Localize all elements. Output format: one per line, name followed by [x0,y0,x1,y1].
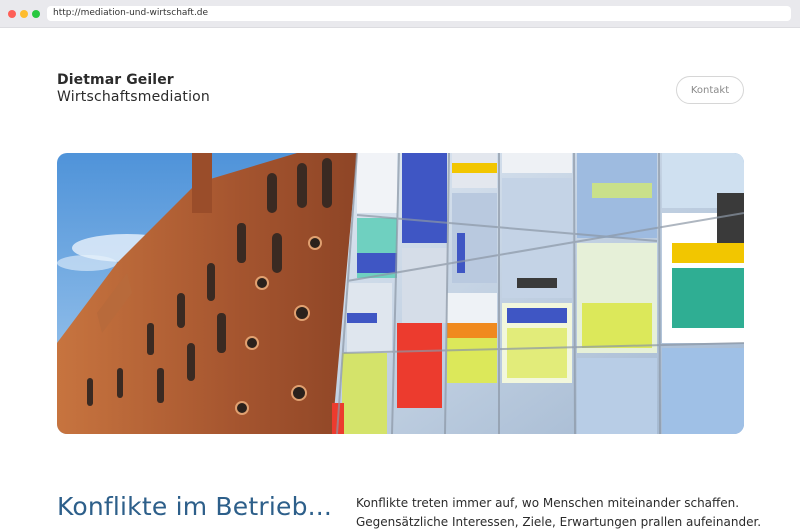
brand-name: Dietmar Geiler [57,72,174,88]
section-intro: Konflikte treten immer auf, wo Menschen … [356,494,762,532]
hero-image [57,153,744,434]
section-headline: Konflikte im Betrieb... [57,492,333,521]
site-brand[interactable]: Dietmar Geiler Wirtschaftsmediation [57,71,210,106]
hero-photo-icon [57,153,744,434]
contact-button[interactable]: Kontakt [676,76,744,104]
intro-line: Konflikte treten immer auf, wo Menschen … [356,496,740,510]
brand-subtitle: Wirtschaftsmediation [57,89,211,105]
intro-line: Gegensätzliche Interessen, Ziele, Erwart… [356,515,762,529]
maximize-window-icon[interactable] [32,10,40,18]
minimize-window-icon[interactable] [20,10,28,18]
close-window-icon[interactable] [8,10,16,18]
address-bar[interactable]: http://mediation-und-wirtschaft.de [47,6,791,21]
browser-chrome: http://mediation-und-wirtschaft.de [0,0,800,28]
